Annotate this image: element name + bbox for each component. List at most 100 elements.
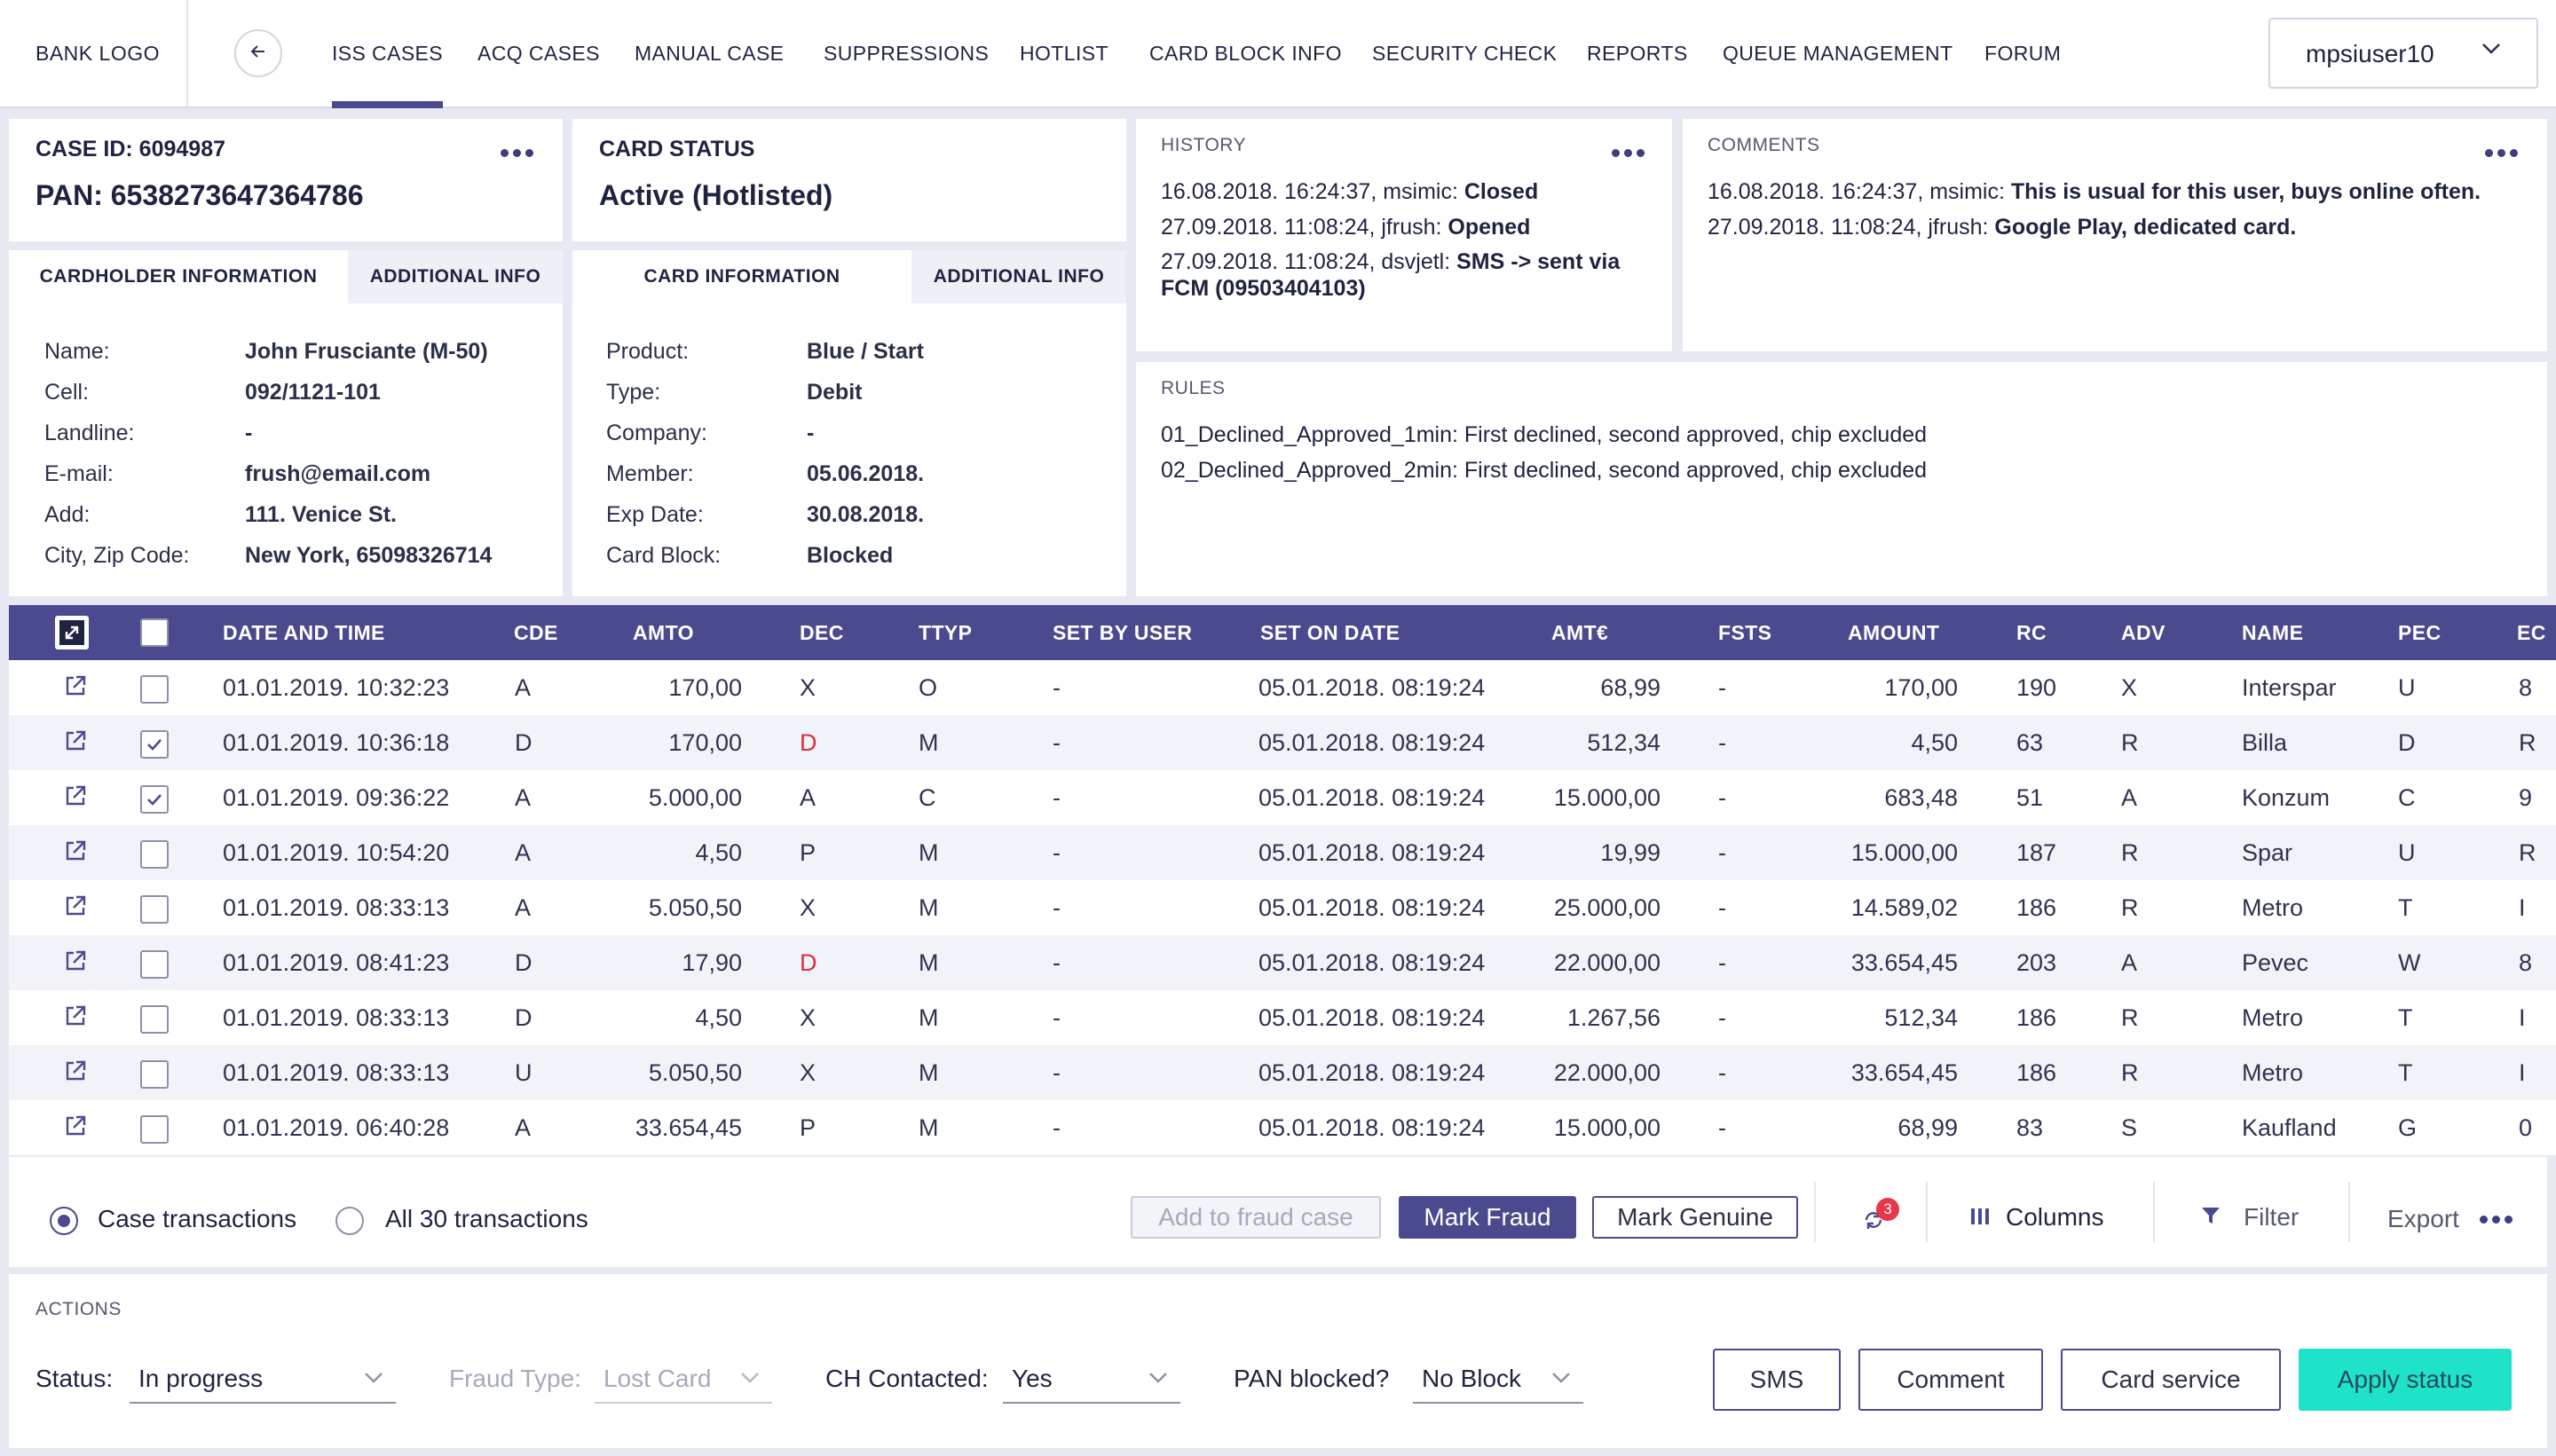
table-cell-dec: A — [800, 784, 816, 811]
row-checkbox[interactable] — [140, 785, 169, 814]
column-header[interactable]: DEC — [800, 605, 844, 660]
tab-card-block-info[interactable]: CARD BLOCK INFO — [1149, 0, 1342, 106]
tab-queue-management[interactable]: QUEUE MANAGEMENT — [1723, 0, 1952, 106]
row-checkbox[interactable] — [140, 1115, 169, 1144]
tab-suppressions[interactable]: SUPPRESSIONS — [824, 0, 989, 106]
comment-button[interactable]: Comment — [1858, 1349, 2043, 1411]
table-row[interactable]: 01.01.2019. 08:41:23 D 17,90 D M - 05.01.2018.… — [9, 935, 2556, 990]
row-checkbox[interactable] — [140, 730, 169, 759]
tab-manual-case[interactable]: MANUAL CASE — [635, 0, 784, 106]
field-row: City, Zip Code: New York, 65098326714 — [44, 543, 493, 568]
more-icon[interactable] — [1612, 149, 1645, 157]
tab-hotlist[interactable]: HOTLIST — [1020, 0, 1108, 106]
open-external-icon[interactable] — [64, 674, 87, 702]
tab-reports[interactable]: REPORTS — [1587, 0, 1688, 106]
row-checkbox[interactable] — [140, 950, 169, 979]
table-row[interactable]: 01.01.2019. 10:36:18 D 170,00 D M - 05.01.2018… — [9, 715, 2556, 770]
fraud-type-select[interactable]: Lost Card — [595, 1359, 772, 1404]
status-select[interactable]: In progress — [130, 1359, 396, 1404]
tab-acq-cases[interactable]: ACQ CASES — [477, 0, 600, 106]
pan-blocked-select[interactable]: No Block — [1413, 1359, 1583, 1404]
ch-contacted-select[interactable]: Yes — [1003, 1359, 1180, 1404]
expand-icon[interactable] — [55, 616, 89, 649]
column-header[interactable]: SET ON DATE — [1260, 605, 1400, 660]
open-external-icon[interactable] — [64, 839, 87, 867]
add-to-fraud-case-button[interactable]: Add to fraud case — [1131, 1196, 1381, 1239]
card-service-button[interactable]: Card service — [2061, 1349, 2281, 1411]
column-header[interactable]: AMTO — [633, 605, 694, 660]
table-cell-amount: 33.654,45 — [1850, 1059, 1958, 1086]
column-header[interactable]: AMT€ — [1551, 605, 1608, 660]
table-cell-amount: 33.654,45 — [1850, 949, 1958, 976]
rules-panel: RULES 01_Declined_Approved_1min: First d… — [1136, 362, 2547, 596]
arrow-left-icon — [250, 44, 265, 62]
table-cell-cde: D — [515, 949, 532, 976]
sms-button[interactable]: SMS — [1713, 1349, 1841, 1411]
column-header[interactable]: TTYP — [919, 605, 972, 660]
open-external-icon[interactable] — [64, 894, 87, 922]
table-cell-amto: 4,50 — [695, 1004, 742, 1031]
tab-card-information[interactable]: CARD INFORMATION — [572, 250, 911, 303]
column-header[interactable]: SET BY USER — [1053, 605, 1192, 660]
table-row[interactable]: 01.01.2019. 08:33:13 D 4,50 X M - 05.01.2018. … — [9, 990, 2556, 1045]
row-checkbox[interactable] — [140, 895, 169, 924]
row-checkbox[interactable] — [140, 1005, 169, 1034]
tab-forum[interactable]: FORUM — [1984, 0, 2061, 106]
radio-case-transactions[interactable] — [50, 1207, 78, 1235]
open-external-icon[interactable] — [64, 1059, 87, 1087]
open-external-icon[interactable] — [64, 949, 87, 977]
open-external-icon[interactable] — [64, 729, 87, 757]
refresh-button[interactable]: 3 — [1862, 1198, 1899, 1233]
column-header[interactable]: CDE — [514, 605, 558, 660]
tab-additional-info[interactable]: ADDITIONAL INFO — [911, 250, 1126, 303]
table-cell-fsts: - — [1718, 674, 1726, 701]
table-row[interactable]: 01.01.2019. 09:36:22 A 5.000,00 A C - 05.01.20… — [9, 770, 2556, 825]
column-header[interactable]: FSTS — [1718, 605, 1771, 660]
column-header[interactable]: PEC — [2398, 605, 2442, 660]
table-row[interactable]: 01.01.2019. 10:32:23 A 170,00 X O - 05.01.2018… — [9, 660, 2556, 715]
table-cell-fsts: - — [1718, 784, 1726, 811]
more-icon[interactable] — [2480, 1216, 2513, 1224]
table-cell-date: 01.01.2019. 10:32:23 — [223, 674, 450, 701]
radio-all-transactions[interactable] — [335, 1207, 364, 1235]
column-header[interactable]: RC — [2016, 605, 2047, 660]
apply-status-button[interactable]: Apply status — [2299, 1349, 2512, 1411]
tab-additional-info[interactable]: ADDITIONAL INFO — [348, 250, 563, 303]
row-checkbox[interactable] — [140, 840, 169, 869]
filter-button[interactable]: Filter — [2201, 1196, 2299, 1239]
export-button[interactable]: Export — [2387, 1205, 2459, 1233]
more-icon[interactable] — [501, 149, 533, 157]
open-external-icon[interactable] — [64, 1114, 87, 1142]
user-dropdown[interactable]: mpsiuser10 — [2268, 18, 2538, 89]
tab-iss-cases[interactable]: ISS CASES — [332, 0, 444, 108]
more-icon[interactable] — [2485, 149, 2518, 157]
table-row[interactable]: 01.01.2019. 10:54:20 A 4,50 P M - 05.01.2018. … — [9, 825, 2556, 880]
divider — [2348, 1182, 2350, 1242]
columns-button[interactable]: Columns — [1970, 1196, 2103, 1239]
username: mpsiuser10 — [2306, 40, 2434, 67]
table-cell-ec: 8 — [2519, 674, 2533, 701]
rules-label: RULES — [1161, 378, 1226, 398]
column-header[interactable]: DATE AND TIME — [223, 605, 385, 660]
select-all-checkbox[interactable] — [140, 618, 169, 647]
row-checkbox[interactable] — [140, 1060, 169, 1089]
table-cell-rc: 186 — [2016, 1004, 2057, 1031]
table-row[interactable]: 01.01.2019. 08:33:13 U 5.050,50 X M - 05.01.20… — [9, 1045, 2556, 1100]
tab-cardholder-information[interactable]: CARDHOLDER INFORMATION — [9, 250, 348, 303]
table-row[interactable]: 01.01.2019. 08:33:13 A 5.050,50 X M - 05.01.20… — [9, 880, 2556, 935]
tab-security-check[interactable]: SECURITY CHECK — [1372, 0, 1557, 106]
table-cell-amto: 5.050,50 — [648, 894, 742, 921]
mark-fraud-button[interactable]: Mark Fraud — [1399, 1196, 1576, 1239]
open-external-icon[interactable] — [64, 1004, 87, 1032]
column-header[interactable]: AMOUNT — [1848, 605, 1939, 660]
open-external-icon[interactable] — [64, 784, 87, 812]
column-header[interactable]: ADV — [2121, 605, 2166, 660]
table-cell-amte: 19,99 — [1600, 839, 1661, 866]
back-button[interactable] — [234, 29, 282, 77]
column-header[interactable]: NAME — [2242, 605, 2303, 660]
column-header[interactable]: EC — [2517, 605, 2546, 660]
row-checkbox[interactable] — [140, 675, 169, 704]
table-row[interactable]: 01.01.2019. 06:40:28 A 33.654,45 P M - 05.01.2… — [9, 1100, 2556, 1155]
mark-genuine-button[interactable]: Mark Genuine — [1592, 1196, 1798, 1239]
table-cell-pec: T — [2398, 1004, 2413, 1031]
